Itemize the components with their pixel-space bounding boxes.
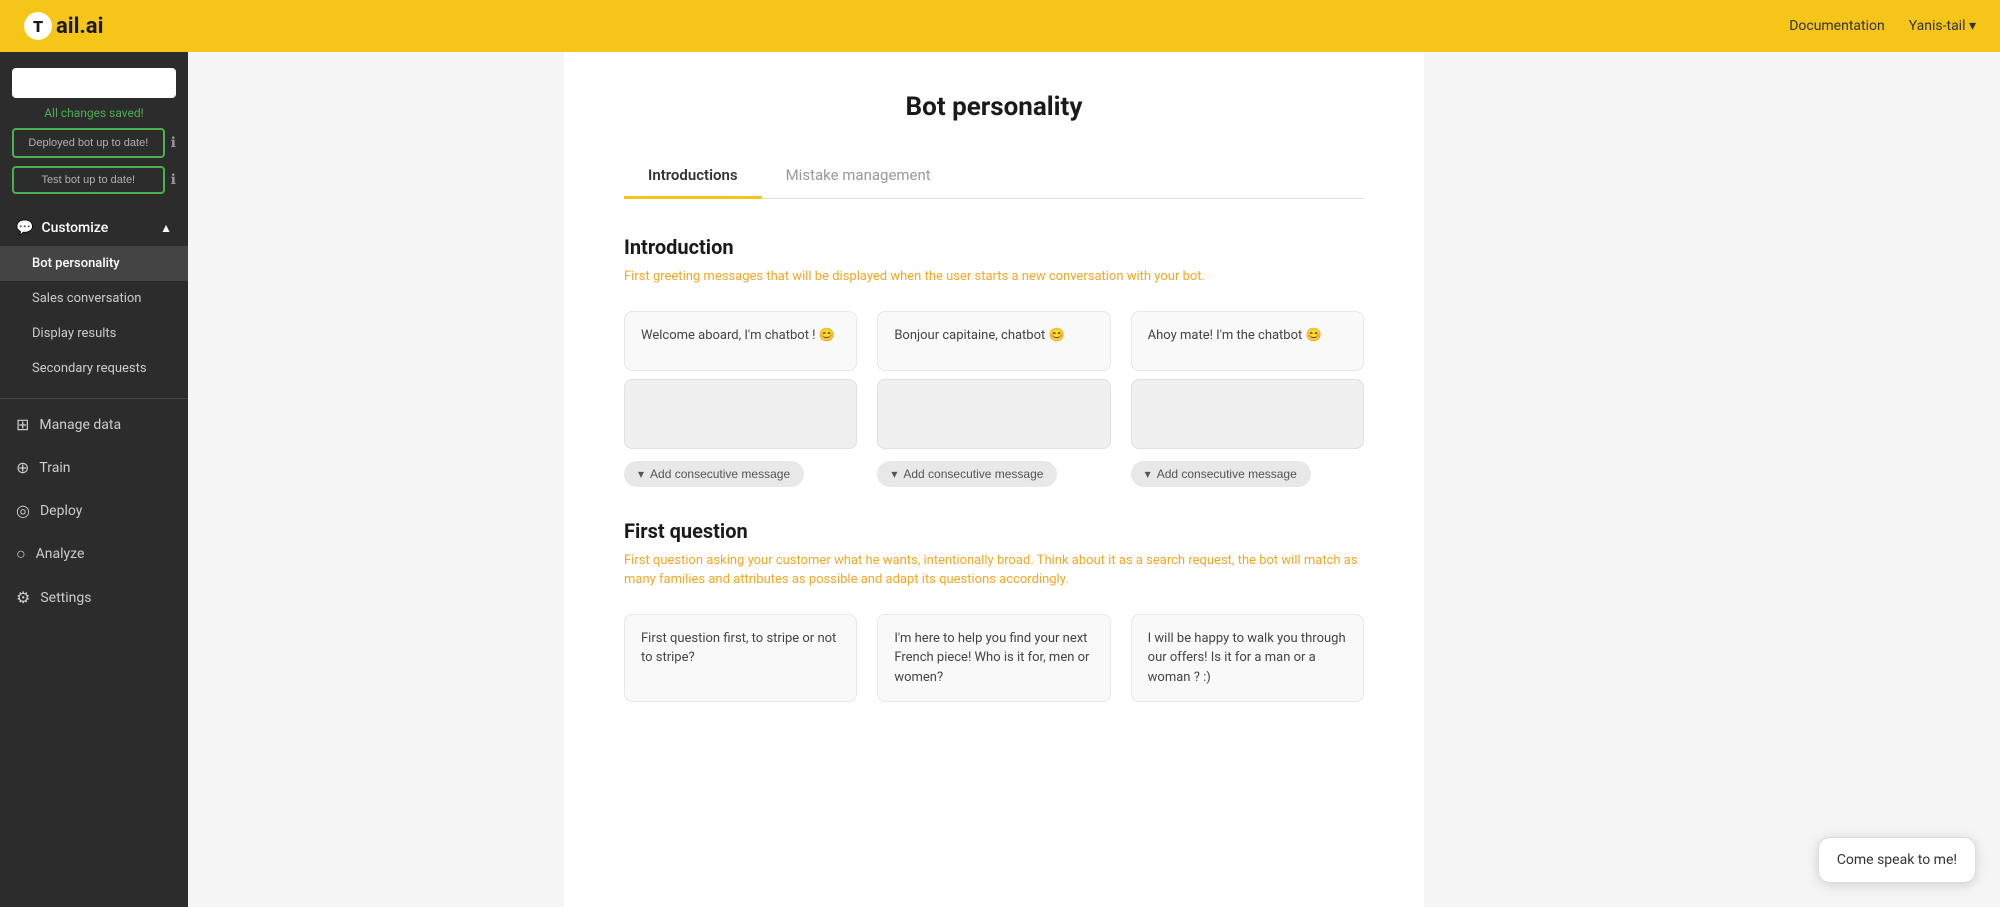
search-input[interactable] [12, 68, 176, 98]
settings-icon: ⚙ [16, 588, 30, 607]
introduction-desc: First greeting messages that will be dis… [624, 267, 1364, 287]
chat-bubble[interactable]: Come speak to me! [1818, 837, 1976, 883]
sidebar-item-bot-personality[interactable]: Bot personality [0, 246, 188, 281]
sidebar-item-settings[interactable]: ⚙ Settings [0, 576, 188, 619]
chevron-up-icon: ▲ [160, 221, 172, 235]
analyze-icon: ○ [16, 544, 26, 564]
introduction-cards-grid: Welcome aboard, I'm chatbot ! 😊 ▾ Add co… [624, 311, 1364, 487]
add-icon-3: ▾ [1145, 467, 1151, 481]
introduction-title: Introduction [624, 235, 1364, 259]
card-col-3: Ahoy mate! I'm the chatbot 😊 ▾ Add conse… [1131, 311, 1364, 487]
train-label: Train [39, 460, 70, 476]
card-col-1: Welcome aboard, I'm chatbot ! 😊 ▾ Add co… [624, 311, 857, 487]
fq-card-1[interactable]: First question first, to stripe or not t… [624, 614, 857, 703]
intro-card-3-msg-2[interactable] [1131, 379, 1364, 449]
tab-introductions[interactable]: Introductions [624, 154, 762, 199]
nav-right: Documentation Yanis-tail ▾ [1789, 18, 1976, 34]
add-icon-2: ▾ [891, 467, 897, 481]
first-question-cards-grid: First question first, to stripe or not t… [624, 614, 1364, 703]
fq-card-3[interactable]: I will be happy to walk you through our … [1131, 614, 1364, 703]
app-body: All changes saved! Deployed bot up to da… [0, 52, 2000, 907]
grid-icon: ⊞ [16, 415, 29, 434]
add-consecutive-btn-3[interactable]: ▾ Add consecutive message [1131, 461, 1311, 487]
main-content: Bot personality Introductions Mistake ma… [188, 52, 1800, 907]
sidebar-item-secondary-requests[interactable]: Secondary requests [0, 351, 188, 386]
logo-icon: T [24, 12, 52, 40]
test-btn-row: Test bot up to date! ℹ [12, 166, 176, 194]
deploy-icon: ◎ [16, 501, 30, 520]
tabs: Introductions Mistake management [624, 154, 1364, 199]
documentation-link[interactable]: Documentation [1789, 18, 1885, 34]
train-icon: ⊕ [16, 458, 29, 477]
card-col-2: Bonjour capitaine, chatbot 😊 ▾ Add conse… [877, 311, 1110, 487]
customize-header[interactable]: 💬 Customize ▲ [0, 210, 188, 246]
sidebar-top: All changes saved! Deployed bot up to da… [0, 52, 188, 202]
intro-card-3-msg-1[interactable]: Ahoy mate! I'm the chatbot 😊 [1131, 311, 1364, 371]
divider-1 [0, 398, 188, 399]
first-question-desc: First question asking your customer what… [624, 551, 1364, 590]
deploy-btn-row: Deployed bot up to date! ℹ [12, 128, 176, 158]
sidebar-item-train[interactable]: ⊕ Train [0, 446, 188, 489]
introduction-section: Introduction First greeting messages tha… [624, 235, 1364, 487]
content-panel: Bot personality Introductions Mistake ma… [564, 52, 1424, 907]
sidebar-item-analyze[interactable]: ○ Analyze [0, 532, 188, 576]
intro-card-1-msg-1[interactable]: Welcome aboard, I'm chatbot ! 😊 [624, 311, 857, 371]
sidebar: All changes saved! Deployed bot up to da… [0, 52, 188, 907]
tab-mistake-management[interactable]: Mistake management [762, 154, 955, 199]
right-panel [1800, 52, 2000, 907]
settings-label: Settings [40, 590, 91, 606]
logo-text: ail.ai [56, 14, 103, 39]
customize-label: Customize [41, 220, 108, 236]
intro-card-2-msg-2[interactable] [877, 379, 1110, 449]
sidebar-item-display-results[interactable]: Display results [0, 316, 188, 351]
test-button[interactable]: Test bot up to date! [12, 166, 165, 194]
page-title: Bot personality [624, 92, 1364, 122]
chat-icon: 💬 [16, 220, 33, 236]
analyze-label: Analyze [36, 546, 85, 562]
user-menu[interactable]: Yanis-tail ▾ [1909, 18, 1976, 34]
saved-status: All changes saved! [44, 106, 144, 120]
deploy-info-icon[interactable]: ℹ [171, 135, 176, 151]
add-consecutive-btn-2[interactable]: ▾ Add consecutive message [877, 461, 1057, 487]
top-nav: T ail.ai Documentation Yanis-tail ▾ [0, 0, 2000, 52]
manage-data-label: Manage data [39, 417, 121, 433]
intro-card-2-msg-1[interactable]: Bonjour capitaine, chatbot 😊 [877, 311, 1110, 371]
sidebar-item-manage-data[interactable]: ⊞ Manage data [0, 403, 188, 446]
first-question-title: First question [624, 519, 1364, 543]
test-info-icon[interactable]: ℹ [171, 172, 176, 188]
fq-card-2[interactable]: I'm here to help you find your next Fren… [877, 614, 1110, 703]
intro-card-1-msg-2[interactable] [624, 379, 857, 449]
deploy-label: Deploy [40, 503, 82, 519]
sidebar-item-sales-conversation[interactable]: Sales conversation [0, 281, 188, 316]
add-icon-1: ▾ [638, 467, 644, 481]
add-consecutive-btn-1[interactable]: ▾ Add consecutive message [624, 461, 804, 487]
sidebar-item-deploy[interactable]: ◎ Deploy [0, 489, 188, 532]
logo: T ail.ai [24, 12, 103, 40]
deploy-button[interactable]: Deployed bot up to date! [12, 128, 165, 158]
customize-section: 💬 Customize ▲ Bot personality Sales conv… [0, 202, 188, 394]
first-question-section: First question First question asking you… [624, 519, 1364, 703]
